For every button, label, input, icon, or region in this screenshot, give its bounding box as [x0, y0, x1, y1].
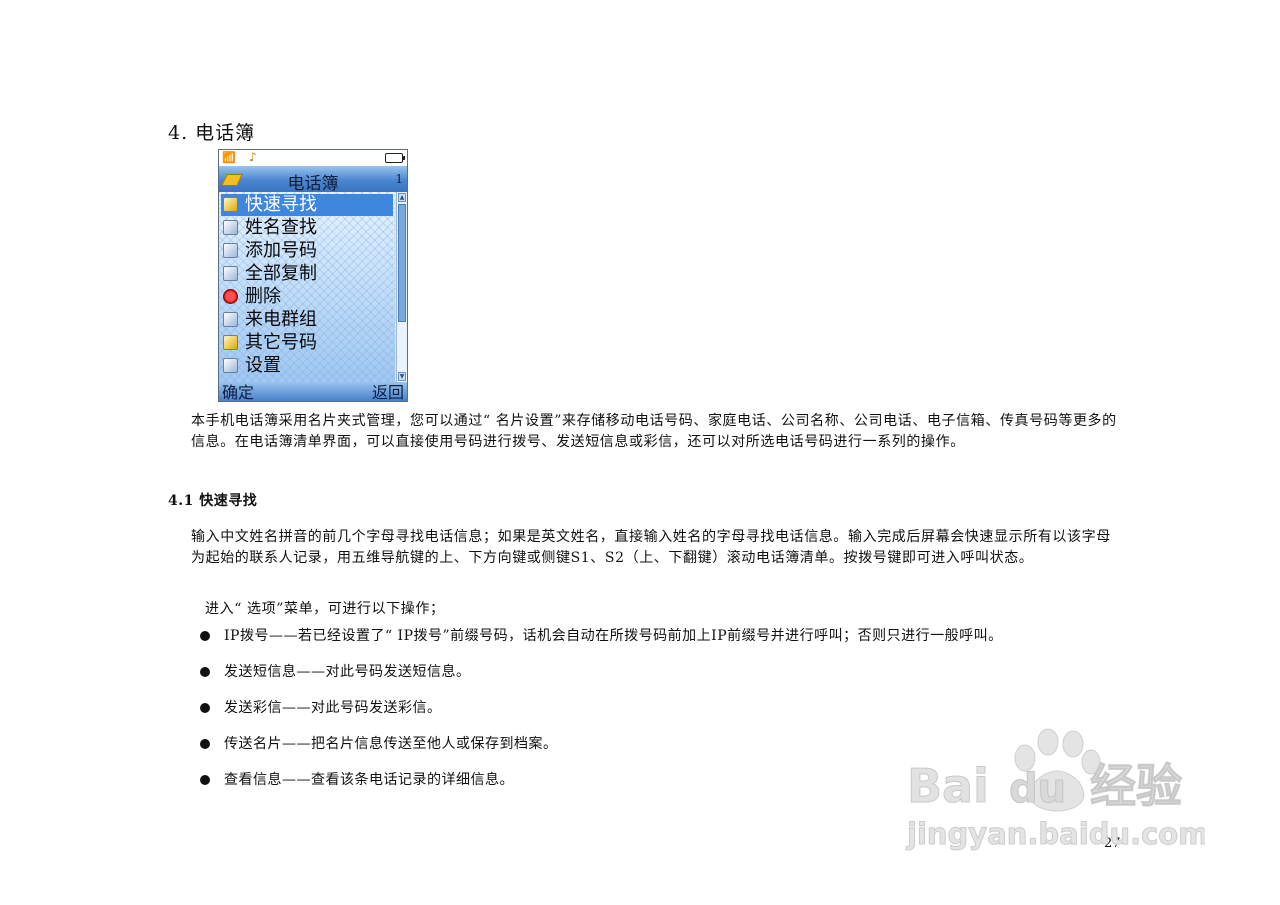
signal-icon: 📶: [222, 151, 236, 164]
phonebook-menu: 快速寻找 姓名查找 添加号码 全部复制 删除 来电群组 其它号码 设置: [219, 192, 395, 382]
menu-item-other-numbers[interactable]: 其它号码: [221, 332, 393, 354]
menu-item-name-search[interactable]: 姓名查找: [221, 217, 393, 239]
scroll-up-icon[interactable]: ▲: [398, 193, 406, 202]
menu-item-copy-all[interactable]: 全部复制: [221, 263, 393, 285]
list-item-text: 查看信息——查看该条电话记录的详细信息。: [224, 772, 514, 788]
section-paragraph: 输入中文姓名拼音的前几个字母寻找电话信息；如果是英文姓名，直接输入姓名的字母寻找…: [191, 529, 1111, 566]
menu-item-settings[interactable]: 设置: [221, 355, 393, 377]
list-item-text: IP拨号——若已经设置了“ IP拨号”前缀号码，话机会自动在所拨号码前加上IP前…: [224, 628, 1003, 644]
intro-paragraph: 本手机电话簿采用名片夹式管理，您可以通过“ 名片设置”来存储移动电话号码、家庭电…: [191, 413, 1117, 450]
phone-title-bar: 电话簿 1: [219, 166, 407, 194]
list-item: 发送彩信——对此号码发送彩信。: [200, 696, 1003, 732]
list-item-text: 发送短信息——对此号码发送短信息。: [224, 664, 471, 680]
menu-item-add-number[interactable]: 添加号码: [221, 240, 393, 262]
watermark-brand-cn: 经验: [1090, 759, 1182, 813]
watermark-brand: Bai: [907, 759, 989, 813]
menu-item-label: 来电群组: [245, 309, 317, 330]
menu-item-label: 删除: [245, 286, 281, 307]
options-intro: 进入“ 选项”菜单，可进行以下操作；: [205, 601, 445, 617]
phone-screen: 📶 ♪ 电话簿 1 快速寻找 姓名查找 添加号码 全部复制 删除 来电群组 其它…: [218, 149, 408, 402]
bullet-icon: [200, 703, 210, 713]
menu-item-label: 姓名查找: [245, 217, 317, 238]
settings-icon: [223, 358, 238, 373]
group-icon: [223, 312, 238, 327]
list-item-text: 发送彩信——对此号码发送彩信。: [224, 700, 442, 716]
delete-icon: [223, 289, 238, 304]
menu-item-label: 设置: [245, 355, 281, 376]
softkey-bar: 确定 返回: [219, 382, 407, 401]
list-item: IP拨号——若已经设置了“ IP拨号”前缀号码，话机会自动在所拨号码前加上IP前…: [200, 624, 1003, 660]
phone-title: 电话簿: [287, 174, 339, 194]
watermark-brand-mid: du: [1009, 766, 1066, 812]
options-list: IP拨号——若已经设置了“ IP拨号”前缀号码，话机会自动在所拨号码前加上IP前…: [200, 624, 1003, 804]
list-item: 传送名片——把名片信息传送至他人或保存到档案。: [200, 732, 1003, 768]
bullet-icon: [200, 739, 210, 749]
menu-item-delete[interactable]: 删除: [221, 286, 393, 308]
magnifier-icon: [223, 220, 238, 235]
search-person-icon: [223, 197, 238, 212]
confirm-softkey[interactable]: 确定: [222, 382, 254, 401]
scroll-down-icon[interactable]: ▼: [398, 372, 406, 381]
menu-item-label: 其它号码: [245, 332, 317, 353]
menu-item-label: 添加号码: [245, 240, 317, 261]
baidu-jingyan-watermark: Bai du 经验 jingyan.baidu.com: [906, 728, 1205, 852]
bullet-icon: [200, 667, 210, 677]
status-bar: 📶 ♪: [219, 150, 407, 166]
section-heading: 4. 电话簿: [168, 122, 256, 144]
list-item-text: 传送名片——把名片信息传送至他人或保存到档案。: [224, 736, 558, 752]
list-item: 查看信息——查看该条电话记录的详细信息。: [200, 768, 1003, 804]
page-indicator: 1: [395, 172, 403, 186]
bullet-icon: [200, 775, 210, 785]
add-contact-icon: [223, 243, 238, 258]
menu-item-label: 全部复制: [245, 263, 317, 284]
subsection-title: 4.1 快速寻找: [168, 493, 258, 509]
ringtone-icon: ♪: [249, 150, 257, 164]
list-item: 发送短信息——对此号码发送短信息。: [200, 660, 1003, 696]
bullet-icon: [200, 631, 210, 641]
battery-icon: [385, 153, 405, 163]
watermark-url: jingyan.baidu.com: [906, 817, 1205, 851]
menu-scrollbar[interactable]: ▲ ▼: [396, 192, 407, 382]
menu-item-caller-groups[interactable]: 来电群组: [221, 309, 393, 331]
menu-item-quick-search[interactable]: 快速寻找: [221, 194, 393, 216]
copy-icon: [223, 266, 238, 281]
menu-item-label: 快速寻找: [245, 194, 317, 215]
scroll-thumb[interactable]: [398, 204, 406, 322]
back-softkey[interactable]: 返回: [372, 382, 404, 401]
card-icon: [223, 335, 238, 350]
